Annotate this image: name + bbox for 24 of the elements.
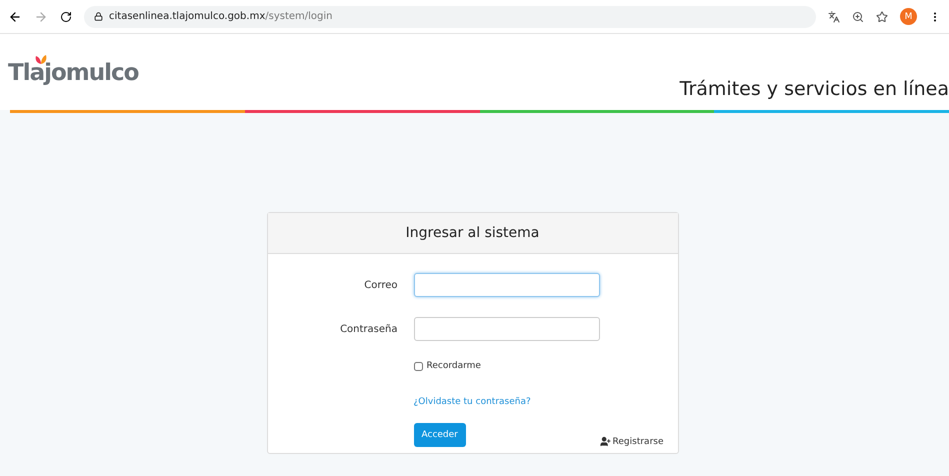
site-logo: Tlajomulco — [8, 60, 138, 86]
back-icon[interactable] — [8, 10, 22, 24]
input-field[interactable] — [414, 317, 600, 341]
card-title: Ingresar al sistema — [268, 213, 678, 254]
zoom-icon[interactable] — [852, 10, 864, 22]
register-link[interactable]: Registrarse — [600, 436, 664, 447]
leaf-icon — [34, 54, 48, 64]
input-field[interactable] — [414, 273, 600, 297]
remember-checkbox[interactable] — [414, 362, 422, 370]
field-label: Contraseña — [339, 324, 398, 334]
translate-icon[interactable] — [828, 10, 840, 22]
site-tagline: Trámites y servicios en línea — [680, 78, 949, 100]
forgot-password-link[interactable]: ¿Olvidaste tu contraseña? — [414, 397, 600, 407]
url-path: /system/login — [265, 11, 332, 22]
field-label: Correo — [363, 280, 398, 290]
url-host: citasenlinea.tlajomulco.gob.mx — [109, 11, 266, 22]
reload-icon[interactable] — [60, 10, 72, 22]
checkbox-label: Recordarme — [426, 361, 481, 371]
star-icon[interactable] — [876, 10, 888, 22]
login-button[interactable]: Acceder — [414, 423, 466, 447]
profile-avatar[interactable]: M — [900, 8, 917, 25]
add-user-icon — [600, 436, 611, 447]
lock-icon — [94, 12, 103, 21]
address-bar[interactable]: citasenlinea.tlajomulco.gob.mx/system/login — [84, 6, 816, 28]
